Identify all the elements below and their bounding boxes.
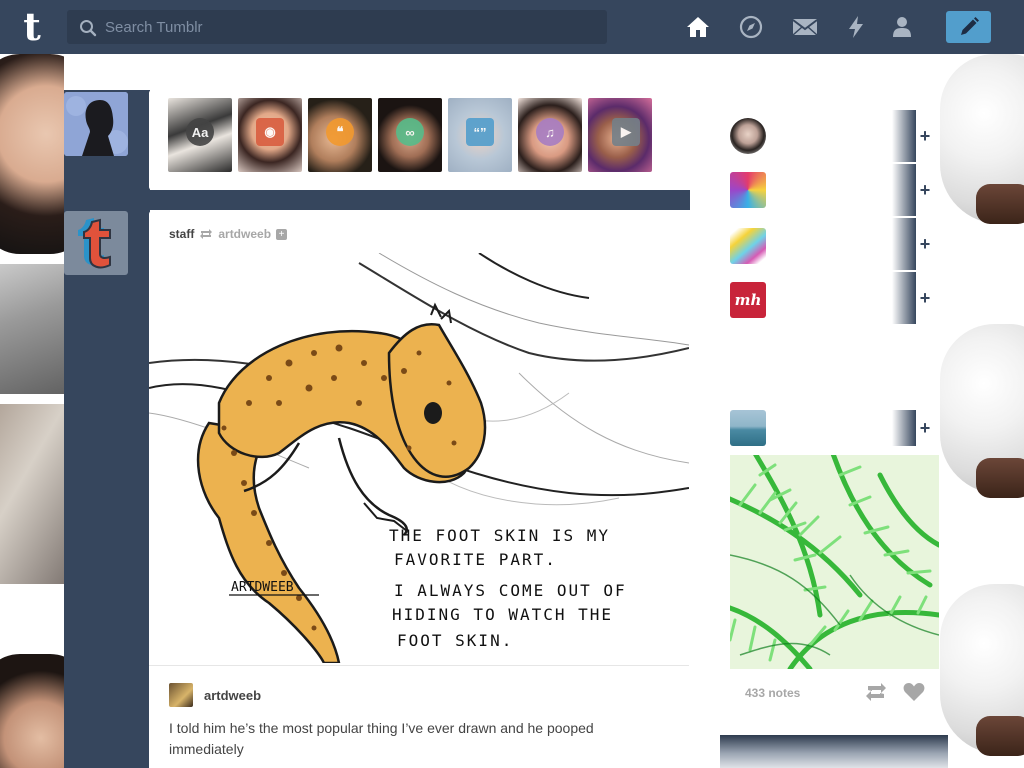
- reblog-icon[interactable]: [865, 682, 887, 702]
- post-type-bar: Aa ◉ ❝ ∞ “” ♫ ▶: [149, 90, 689, 190]
- post-type-text[interactable]: Aa: [168, 98, 232, 172]
- follow-plus-icon[interactable]: +: [918, 234, 932, 255]
- art-caption-line-2: FAVORITE PART.: [394, 550, 557, 569]
- post-header: staff artdweeb +: [169, 227, 288, 241]
- post-type-link[interactable]: ∞: [378, 98, 442, 172]
- radar-blog-fade: [892, 410, 916, 446]
- like-heart-icon[interactable]: [903, 682, 925, 702]
- post-body-text: I told him he’s the most popular thing I…: [169, 720, 594, 757]
- search-bar: [67, 10, 607, 44]
- recommended-blog-avatar[interactable]: [730, 228, 766, 264]
- reblog-user-avatar[interactable]: [169, 683, 193, 707]
- top-navigation-bar: t: [0, 0, 1024, 54]
- search-icon: [80, 20, 97, 37]
- recommended-blog-fade: [892, 164, 916, 216]
- post-type-chat[interactable]: “”: [448, 98, 512, 172]
- staff-avatar[interactable]: [64, 211, 128, 275]
- recommended-blog-avatar[interactable]: [730, 118, 766, 154]
- fern-leaves-image: [730, 455, 939, 669]
- headphones-icon: ♫: [536, 118, 564, 146]
- follow-plus-icon[interactable]: +: [918, 418, 932, 439]
- user-avatar[interactable]: [64, 92, 128, 156]
- art-caption-line-1: THE FOOT SKIN IS MY: [389, 526, 610, 545]
- reblog-attribution: artdweeb: [169, 683, 261, 707]
- radar-blog-avatar[interactable]: [730, 410, 766, 446]
- inbox-icon[interactable]: [792, 14, 818, 40]
- post-type-photo[interactable]: ◉: [238, 98, 302, 172]
- radar-post-image[interactable]: [730, 455, 939, 669]
- reblogged-from-name[interactable]: artdweeb: [218, 227, 271, 241]
- explore-icon[interactable]: [738, 14, 764, 40]
- post-type-quote[interactable]: ❝: [308, 98, 372, 172]
- recommended-blog-avatar[interactable]: [730, 172, 766, 208]
- tumblr-staff-logo-icon: [78, 218, 111, 269]
- reblog-small-icon: [200, 229, 213, 239]
- text-post-icon: Aa: [186, 118, 214, 146]
- radar-post-footer: 433 notes: [730, 680, 939, 704]
- recommended-blog-fade: [892, 272, 916, 324]
- dashboard-column-background: [64, 90, 150, 768]
- activity-icon[interactable]: [843, 14, 869, 40]
- link-icon: ∞: [396, 118, 424, 146]
- pencil-icon: [960, 17, 979, 35]
- chat-icon: “”: [466, 118, 494, 146]
- post-illustration-gecko: THE FOOT SKIN IS MY FAVORITE PART. I ALW…: [149, 253, 689, 663]
- dashboard-gap: [150, 190, 690, 210]
- background-photo-left: [0, 54, 64, 768]
- follow-plus-icon[interactable]: +: [918, 126, 932, 147]
- reblog-user-name[interactable]: artdweeb: [204, 688, 261, 703]
- search-input[interactable]: [105, 10, 600, 44]
- art-caption-line-5: FOOT SKIN.: [397, 631, 513, 650]
- quote-icon: ❝: [326, 118, 354, 146]
- recommended-blog-avatar[interactable]: mh: [730, 282, 766, 318]
- recommended-blog-fade: [892, 110, 916, 162]
- video-camera-icon: ▶: [612, 118, 640, 146]
- camera-icon: ◉: [256, 118, 284, 146]
- background-photo-right: [932, 54, 1024, 768]
- compose-button[interactable]: [946, 11, 991, 43]
- tumblr-logo[interactable]: t: [14, 7, 50, 47]
- account-icon[interactable]: [889, 14, 915, 40]
- default-avatar-silhouette-icon: [64, 92, 128, 156]
- post-blog-name[interactable]: staff: [169, 227, 194, 241]
- home-icon[interactable]: [685, 14, 711, 40]
- follow-plus-icon[interactable]: +: [276, 228, 288, 240]
- post-type-audio[interactable]: ♫: [518, 98, 582, 172]
- follow-plus-icon[interactable]: +: [918, 180, 932, 201]
- post-type-video[interactable]: ▶: [588, 98, 652, 172]
- follow-plus-icon[interactable]: +: [918, 288, 932, 309]
- art-caption-line-4: HIDING TO WATCH THE: [392, 605, 613, 624]
- recommended-blog-fade: [892, 218, 916, 270]
- next-radar-card: [720, 735, 948, 768]
- dashboard-post: staff artdweeb + THE FOOT SKIN IS MY FAV…: [149, 211, 689, 768]
- post-divider: [149, 665, 689, 666]
- notes-count[interactable]: 433 notes: [745, 686, 800, 700]
- art-caption-line-3: I ALWAYS COME OUT OF: [394, 581, 627, 600]
- art-signature: ARTDWEEB: [231, 580, 294, 595]
